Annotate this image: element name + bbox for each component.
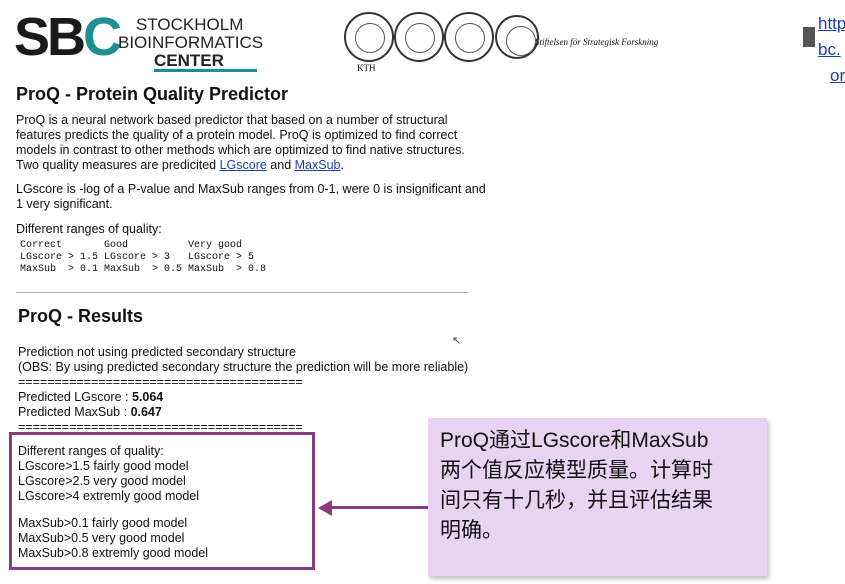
results-separator: =======================================	[18, 375, 303, 389]
callout-line: 明确。	[440, 519, 503, 542]
ranges-table-row: MaxSub > 0.1 MaxSub > 0.5 MaxSub > 0.8	[20, 264, 267, 275]
url-link-1[interactable]: http	[818, 14, 845, 34]
section-divider	[16, 292, 468, 293]
ranges-table-row: Correct Good Very good	[20, 240, 243, 251]
url-link-2[interactable]: bc.	[818, 40, 841, 60]
callout-line: ProQ通过LGscore和MaxSub	[440, 429, 709, 452]
logo-underline	[154, 69, 257, 72]
kth-label: KTH	[357, 63, 376, 73]
predicted-lgscore: Predicted LGscore : 5.064	[18, 390, 164, 404]
results-line-2: (OBS: By using predicted secondary struc…	[18, 360, 469, 374]
ssf-label: Stiftelsen för Strategisk Forskning	[535, 37, 659, 47]
maxsub-value: 0.647	[130, 405, 162, 419]
arrow-head-icon	[318, 500, 332, 516]
highlight-box	[9, 432, 315, 570]
lgscore-link[interactable]: LGscore	[220, 158, 267, 172]
annotation-callout: ProQ通过LGscore和MaxSub 两个值反应模型质量。计算时 间只有十几…	[428, 418, 767, 576]
score-description: LGscore is -log of a P-value and MaxSub …	[16, 182, 486, 211]
sbc-logo: SBC STOCKHOLM BIOINFORMATICS CENTER	[14, 7, 263, 72]
window-control-icon[interactable]	[803, 27, 815, 47]
callout-line: 间只有十几秒，并且评估结果	[440, 489, 713, 512]
intro-paragraph: ProQ is a neural network based predictor…	[16, 113, 465, 172]
predicted-maxsub: Predicted MaxSub : 0.647	[18, 405, 162, 419]
results-title: ProQ - Results	[18, 306, 144, 326]
results-line-1: Prediction not using predicted secondary…	[18, 345, 296, 359]
logo-line-bioinformatics: BIOINFORMATICS	[118, 33, 264, 52]
sbc-logo-letters: SBC	[14, 7, 122, 67]
mouse-cursor-icon: ↖	[452, 335, 462, 347]
su-seal-icon	[444, 12, 494, 62]
logo-line-center: CENTER	[154, 51, 224, 70]
kth-seal-icon	[344, 12, 394, 62]
page-title: ProQ - Protein Quality Predictor	[16, 84, 289, 104]
ranges-table-row: LGscore > 1.5 LGscore > 3 LGscore > 5	[20, 252, 255, 263]
callout-line: 两个值反应模型质量。计算时	[440, 459, 713, 482]
maxsub-link[interactable]: MaxSub	[295, 158, 341, 172]
karolinska-seal-icon	[394, 12, 444, 62]
ssf-seal-icon	[495, 15, 539, 59]
ranges-heading: Different ranges of quality:	[16, 222, 162, 236]
annotation-arrow	[330, 506, 428, 509]
logo-line-stockholm: STOCKHOLM	[136, 15, 244, 34]
lgscore-value: 5.064	[131, 390, 164, 404]
url-link-3[interactable]: or	[830, 66, 845, 86]
